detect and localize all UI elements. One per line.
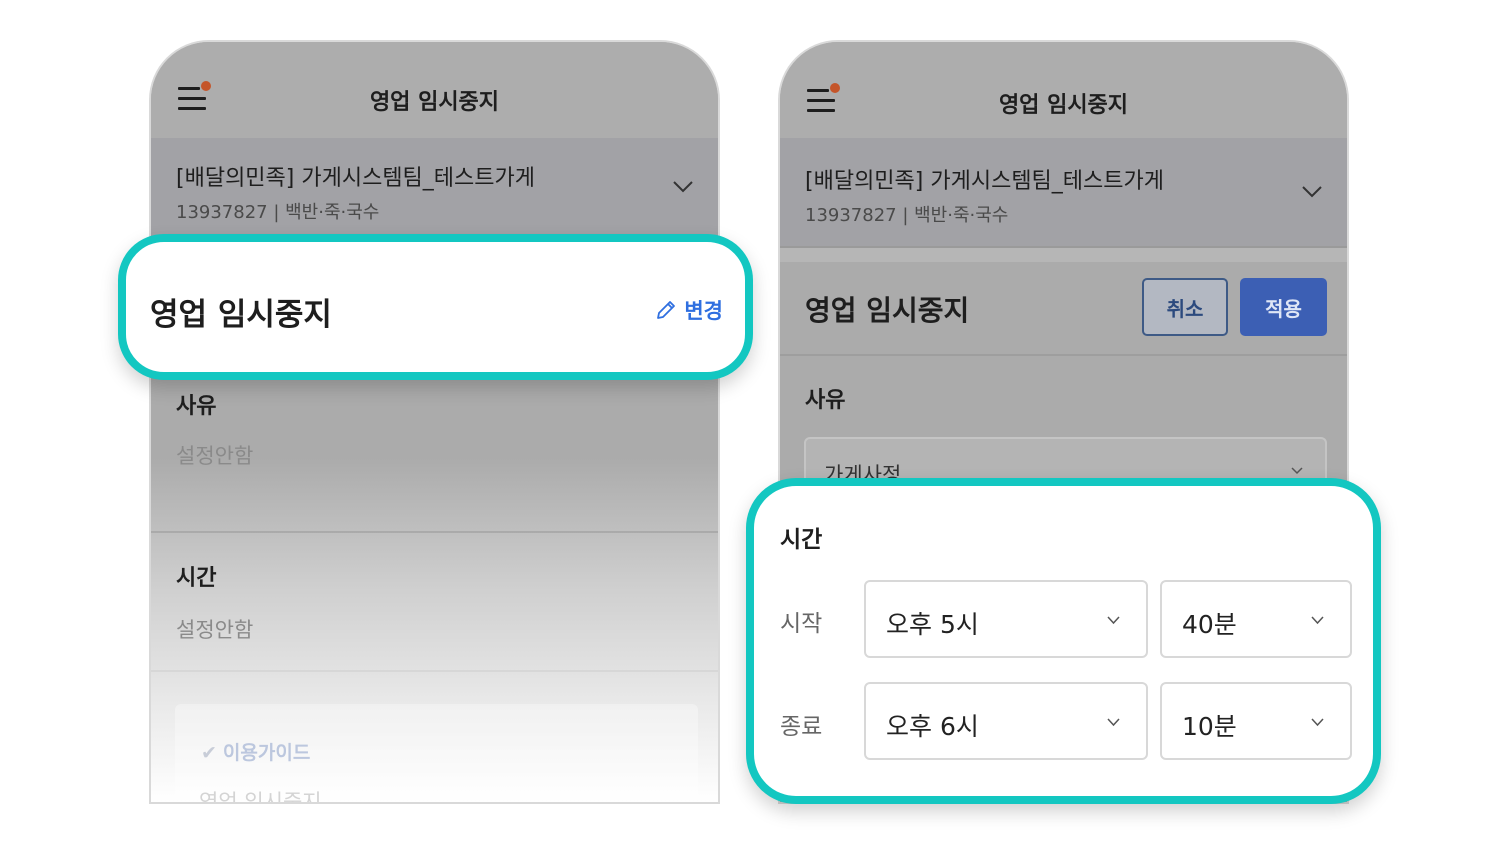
end-minute-value: 10분 [1182, 712, 1237, 741]
end-hour-select[interactable]: 오후 6시 [864, 682, 1148, 760]
guide-subtitle: 영업 임시중지 [199, 790, 322, 802]
usage-guide-box[interactable]: ✔ 이용가이드 영업 임시중지 [175, 704, 698, 802]
section-title: 영업 임시중지 [150, 297, 332, 333]
time-label: 시간 [780, 527, 823, 553]
start-minute-value: 40분 [1182, 610, 1237, 639]
store-name: [배달의민족] 가게시스템팀_테스트가게 [805, 169, 1165, 194]
reason-value: 설정안함 [176, 444, 254, 468]
reason-label: 사유 [176, 394, 217, 419]
guide-title-text: 이용가이드 [222, 742, 311, 764]
end-minute-select[interactable]: 10분 [1160, 682, 1352, 760]
time-label: 시간 [176, 566, 217, 591]
section-gap [780, 248, 1347, 262]
edit-button[interactable]: 변경 [654, 295, 723, 325]
page-title: 영업 임시중지 [369, 90, 500, 115]
pause-status-callout: 영업 임시중지 변경 [118, 234, 753, 380]
chevron-down-icon [1311, 616, 1324, 625]
chevron-down-icon [1107, 718, 1120, 727]
store-selector[interactable]: [배달의민족] 가게시스템팀_테스트가게 13937827 | 백반·죽·국수 [151, 138, 718, 248]
reason-label: 사유 [805, 388, 846, 413]
time-settings-callout: 시간 시작 오후 5시 40분 종료 오후 6시 10분 [746, 478, 1381, 804]
store-meta: 13937827 | 백반·죽·국수 [805, 205, 1009, 226]
store-meta: 13937827 | 백반·죽·국수 [176, 202, 380, 223]
end-label: 종료 [780, 714, 823, 740]
store-selector[interactable]: [배달의민족] 가게시스템팀_테스트가게 13937827 | 백반·죽·국수 [780, 138, 1347, 248]
edit-label: 변경 [684, 299, 723, 323]
start-hour-select[interactable]: 오후 5시 [864, 580, 1148, 658]
apply-button[interactable]: 적용 [1240, 278, 1327, 336]
time-value: 설정안함 [176, 618, 254, 642]
start-minute-select[interactable]: 40분 [1160, 580, 1352, 658]
section-title: 영업 임시중지 [805, 294, 970, 327]
pencil-icon [657, 301, 676, 319]
chevron-down-icon [1291, 467, 1303, 475]
start-label: 시작 [780, 611, 823, 637]
cancel-button[interactable]: 취소 [1142, 278, 1228, 336]
chevron-down-icon [1107, 616, 1120, 625]
guide-title: ✔ 이용가이드 [201, 738, 310, 765]
check-icon: ✔ [201, 742, 217, 764]
store-name: [배달의민족] 가게시스템팀_테스트가게 [176, 166, 536, 191]
divider [780, 354, 1347, 356]
left-phone-screen: 영업 임시중지 [배달의민족] 가게시스템팀_테스트가게 13937827 | … [151, 42, 718, 802]
end-hour-value: 오후 6시 [886, 712, 979, 741]
chevron-down-icon [673, 181, 693, 193]
chevron-down-icon [1311, 718, 1324, 727]
top-bar: 영업 임시중지 [780, 42, 1347, 138]
chevron-down-icon [1302, 186, 1322, 198]
divider [151, 531, 718, 533]
top-bar: 영업 임시중지 [151, 42, 718, 138]
page-title: 영업 임시중지 [998, 93, 1129, 118]
divider [151, 670, 718, 672]
start-hour-value: 오후 5시 [886, 610, 979, 639]
